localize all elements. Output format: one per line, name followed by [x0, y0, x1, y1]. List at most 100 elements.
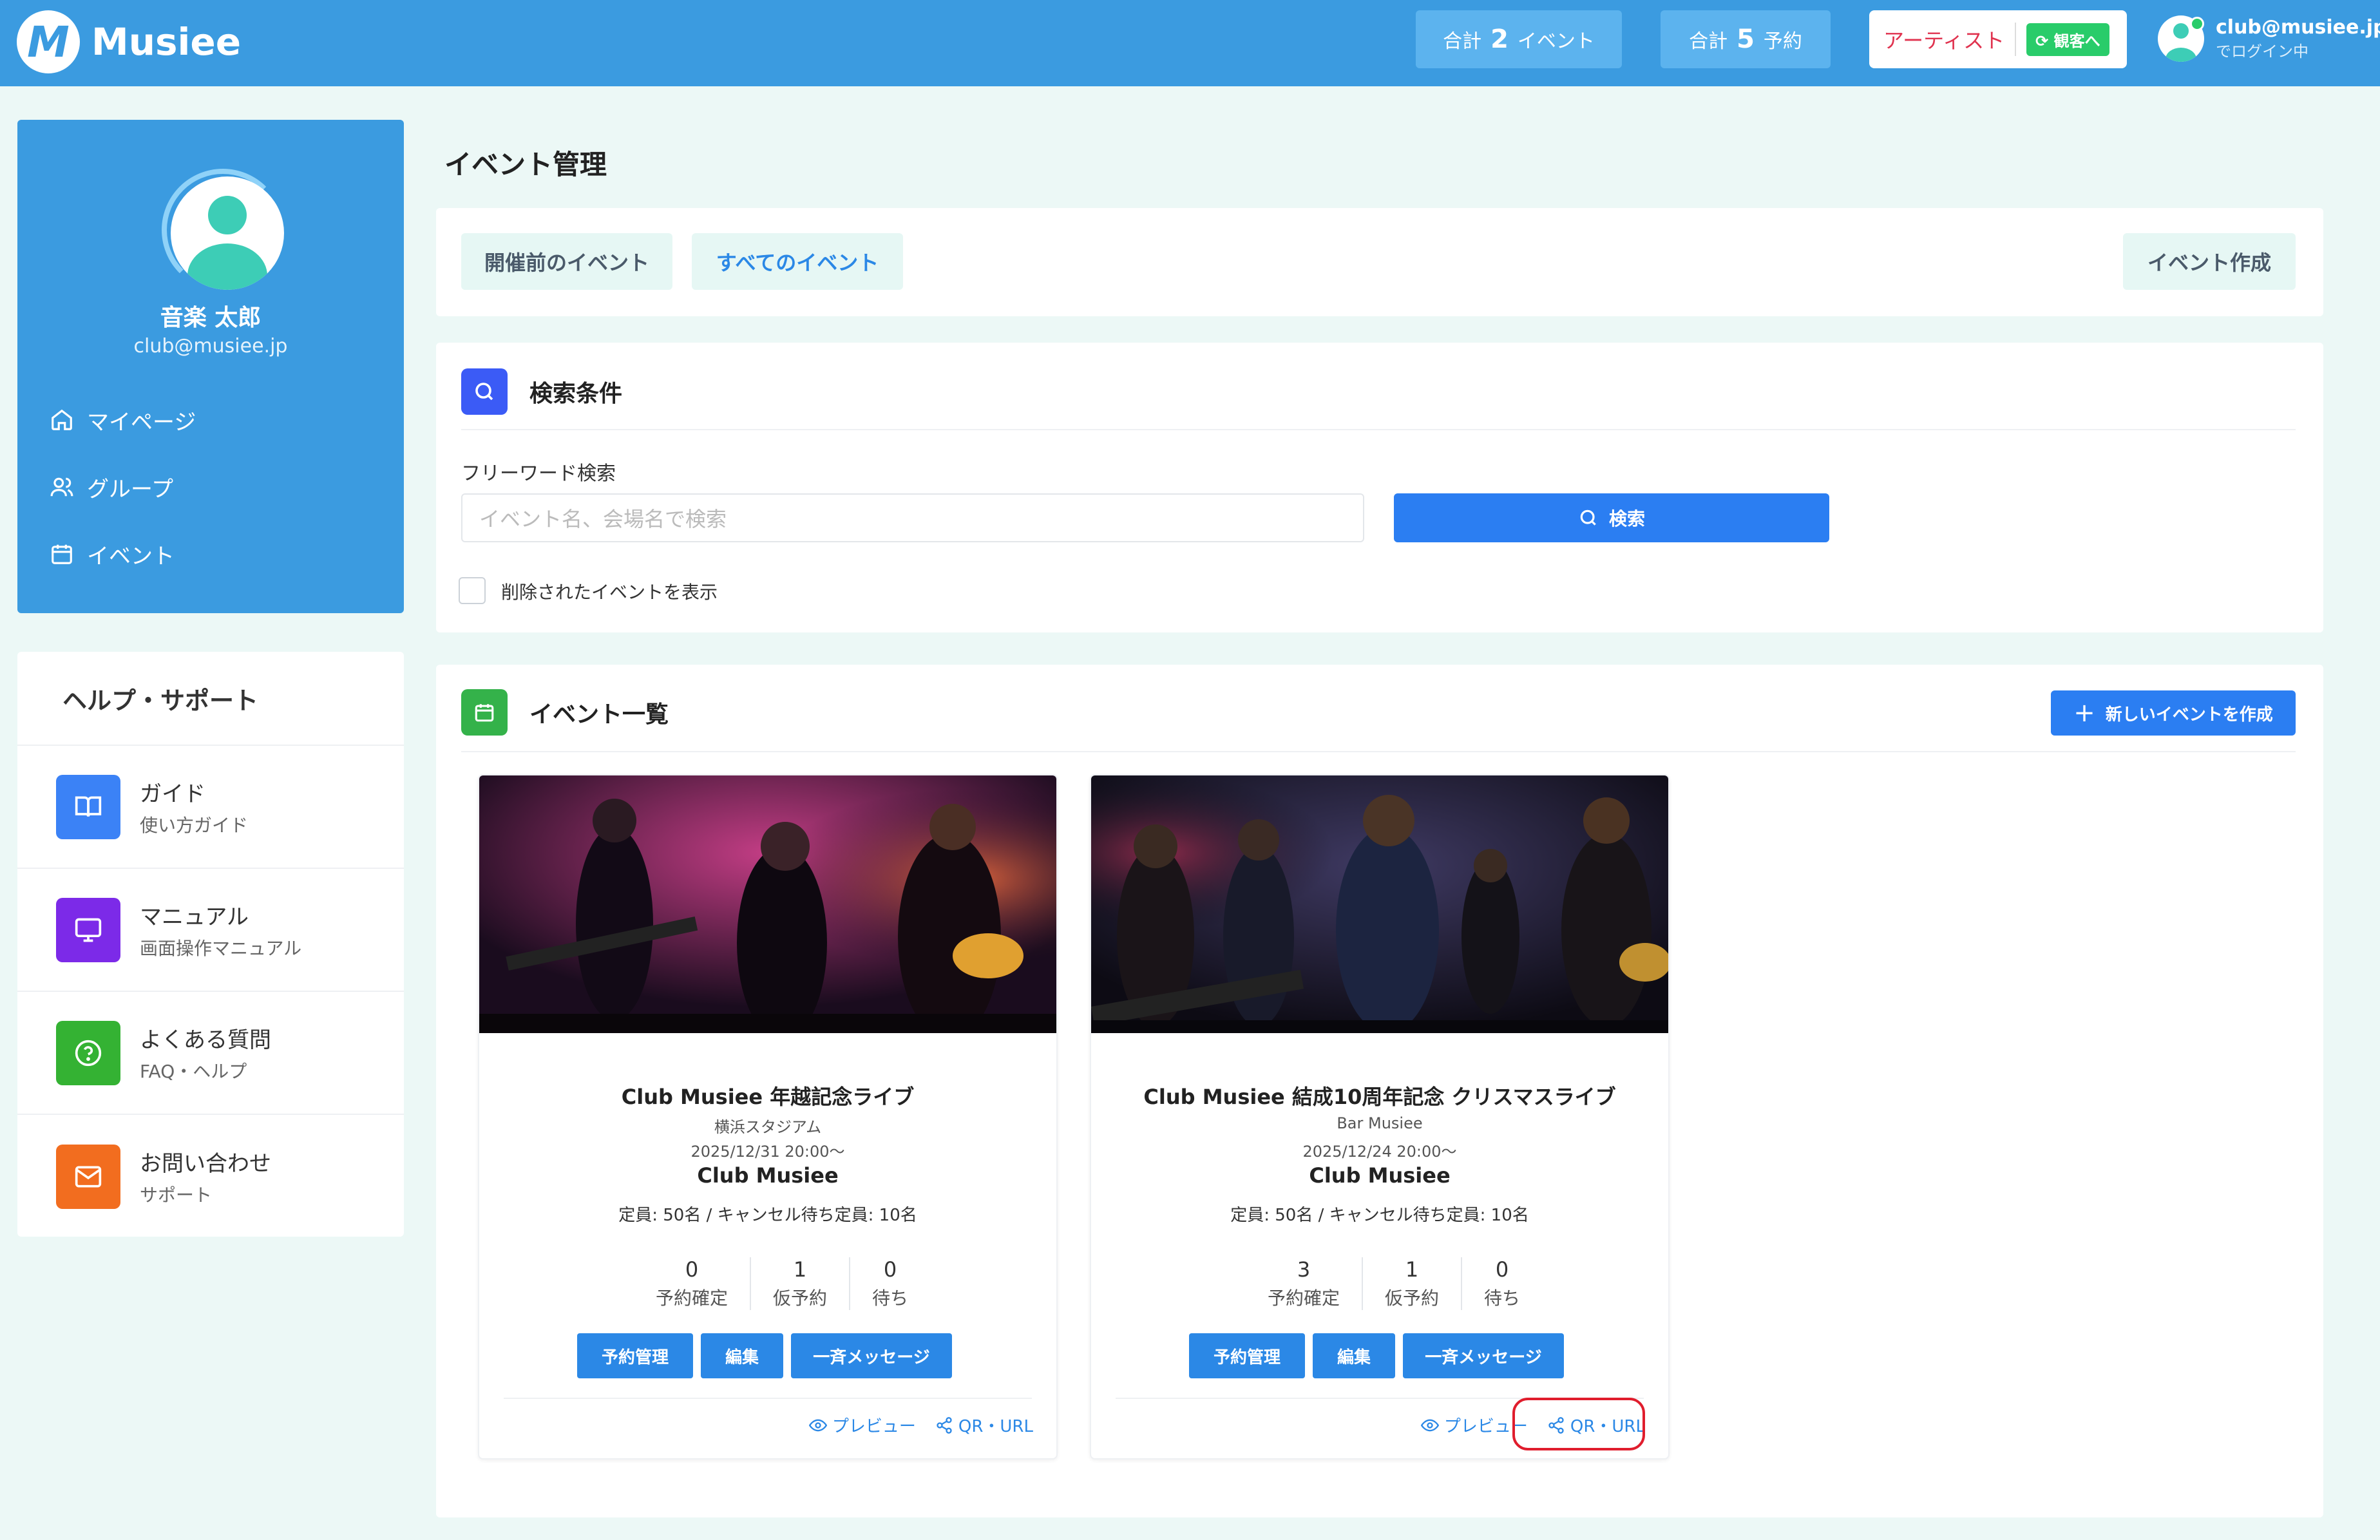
monitor-icon: [56, 897, 120, 962]
qr-url-link[interactable]: QR・URL: [935, 1413, 1033, 1437]
event-card: Club Musiee 年越記念ライブ 横浜スタジアム 2025/12/31 2…: [478, 774, 1058, 1459]
event-venue: 横浜スタジアム: [714, 1118, 822, 1136]
total-events-prefix: 合計: [1443, 30, 1482, 53]
stat-label: 予約確定: [656, 1288, 728, 1309]
total-events-count: 2: [1490, 24, 1509, 54]
sidebar-item-group[interactable]: グループ: [50, 453, 196, 520]
total-events-stat[interactable]: 合計 2 イベント: [1416, 10, 1622, 68]
stat-value: 1: [793, 1257, 807, 1282]
help-item-title: お問い合わせ: [140, 1151, 271, 1177]
preview-link-label: プレビュー: [832, 1417, 916, 1436]
card-actions: 予約管理 編集 一斉メッセージ: [1189, 1333, 1572, 1378]
total-reservations-prefix: 合計: [1689, 30, 1728, 53]
stat-label: 待ち: [1484, 1288, 1521, 1309]
reservation-manage-button[interactable]: 予約管理: [577, 1333, 693, 1378]
eye-icon: [1420, 1419, 1439, 1431]
profile-avatar-icon: [148, 158, 309, 300]
card-actions: 予約管理 編集 一斉メッセージ: [577, 1333, 960, 1378]
search-section-title: 検索条件: [529, 381, 623, 407]
reservation-manage-button[interactable]: 予約管理: [1189, 1333, 1305, 1378]
event-photo[interactable]: [479, 775, 1056, 1033]
stat-confirmed: 0 予約確定: [634, 1257, 752, 1310]
search-icon: [461, 368, 508, 415]
stat-label: 待ち: [872, 1288, 909, 1309]
plus-icon: +: [2073, 698, 2095, 728]
event-list-divider: [461, 751, 2296, 752]
highlight-annotation: [1512, 1398, 1645, 1450]
profile-email: club@musiee.jp: [133, 335, 288, 357]
tab-all-events[interactable]: すべてのイベント: [692, 233, 903, 290]
event-date: 2025/12/31 20:00〜: [690, 1143, 845, 1161]
help-item-manual[interactable]: マニュアル 画面操作マニュアル: [17, 869, 404, 992]
logo-mark-icon: M: [17, 10, 80, 73]
online-status-dot: [2190, 17, 2204, 31]
search-panel: [436, 343, 2323, 632]
bulk-message-button[interactable]: 一斉メッセージ: [1403, 1333, 1564, 1378]
help-item-guide[interactable]: ガイド 使い方ガイド: [17, 746, 404, 869]
sidebar-nav: マイページ グループ イベント: [50, 386, 196, 587]
tab-upcoming-events[interactable]: 開催前のイベント: [461, 233, 672, 290]
total-events-suffix: イベント: [1517, 30, 1595, 53]
edit-button[interactable]: 編集: [701, 1333, 783, 1378]
card-links: プレビュー QR・URL: [790, 1413, 1033, 1437]
stat-value: 0: [685, 1257, 699, 1282]
users-icon: [50, 477, 73, 497]
stat-value: 1: [1405, 1257, 1419, 1282]
event-title[interactable]: Club Musiee 年越記念ライブ: [479, 1081, 1056, 1110]
switch-to-audience-button[interactable]: ⟳ 観客へ: [2026, 23, 2109, 56]
stat-value: 0: [883, 1257, 897, 1282]
qr-url-link-label: QR・URL: [958, 1417, 1033, 1436]
preview-link[interactable]: プレビュー: [1420, 1413, 1528, 1437]
show-deleted-checkbox[interactable]: [459, 577, 486, 604]
search-panel-header: 検索条件: [461, 368, 622, 415]
login-status: でログイン中: [2216, 43, 2309, 61]
help-item-contact[interactable]: お問い合わせ サポート: [17, 1115, 404, 1238]
search-icon: [1580, 509, 1596, 526]
event-organizer: Club Musiee: [697, 1163, 839, 1188]
total-reservations-count: 5: [1737, 24, 1755, 54]
freeword-label: フリーワード検索: [461, 462, 616, 485]
header-user-email: club@musiee.jp: [2216, 16, 2380, 39]
help-item-faq[interactable]: よくある質問 FAQ・ヘルプ: [17, 992, 404, 1115]
total-reservations-suffix: 予約: [1763, 30, 1802, 53]
search-button[interactable]: 検索: [1394, 493, 1829, 542]
stat-label: 仮予約: [773, 1288, 828, 1309]
mail-icon: [56, 1144, 120, 1209]
sidebar-item-label: イベント: [87, 543, 175, 569]
event-card: Club Musiee 結成10周年記念 クリスマスライブ Bar Musiee…: [1090, 774, 1670, 1459]
event-title[interactable]: Club Musiee 結成10周年記念 クリスマスライブ: [1091, 1081, 1668, 1110]
event-photo[interactable]: [1091, 775, 1668, 1033]
calendar-icon: [461, 689, 508, 736]
stat-waiting: 0 待ち: [1462, 1257, 1542, 1310]
preview-link[interactable]: プレビュー: [808, 1413, 916, 1437]
stat-label: 予約確定: [1268, 1288, 1340, 1309]
role-switcher: アーティスト ⟳ 観客へ: [1869, 10, 2127, 68]
help-item-subtitle: FAQ・ヘルプ: [140, 1061, 247, 1082]
create-event-tab-button[interactable]: イベント作成: [2123, 233, 2296, 290]
refresh-icon: ⟳: [2035, 32, 2054, 50]
reservation-stats: 0 予約確定 1 仮予約 0 待ち: [634, 1257, 930, 1310]
sidebar-item-event[interactable]: イベント: [50, 520, 196, 587]
search-divider: [461, 429, 2296, 430]
stat-confirmed: 3 予約確定: [1246, 1257, 1364, 1310]
logo-text: Musiee: [91, 20, 242, 64]
edit-button[interactable]: 編集: [1313, 1333, 1395, 1378]
bulk-message-button[interactable]: 一斉メッセージ: [791, 1333, 952, 1378]
freeword-search-input[interactable]: イベント名、会場名で検索: [461, 493, 1364, 542]
stat-tentative: 1 仮予約: [1363, 1257, 1463, 1310]
new-event-button-label: 新しいイベントを作成: [2105, 705, 2273, 725]
eye-icon: [808, 1419, 827, 1431]
app-logo[interactable]: M Musiee: [17, 10, 241, 73]
share-icon: [937, 1416, 952, 1434]
sidebar-item-mypage[interactable]: マイページ: [50, 386, 196, 453]
stat-tentative: 1 仮予約: [751, 1257, 851, 1310]
home-icon: [52, 409, 72, 430]
new-event-button[interactable]: + 新しいイベントを作成: [2051, 690, 2296, 736]
total-reservations-stat[interactable]: 合計 5 予約: [1661, 10, 1831, 68]
search-button-label: 検索: [1608, 508, 1645, 529]
reservation-stats: 3 予約確定 1 仮予約 0 待ち: [1246, 1257, 1542, 1310]
sidebar-item-label: マイページ: [87, 409, 196, 435]
help-support-card: ヘルプ・サポート ガイド 使い方ガイド マニュアル 画面操作マニュアル よくある…: [17, 652, 404, 1237]
profile-name: 音楽 太郎: [160, 305, 262, 331]
event-capacity: 定員: 50名 / キャンセル待ち定員: 10名: [618, 1206, 917, 1225]
